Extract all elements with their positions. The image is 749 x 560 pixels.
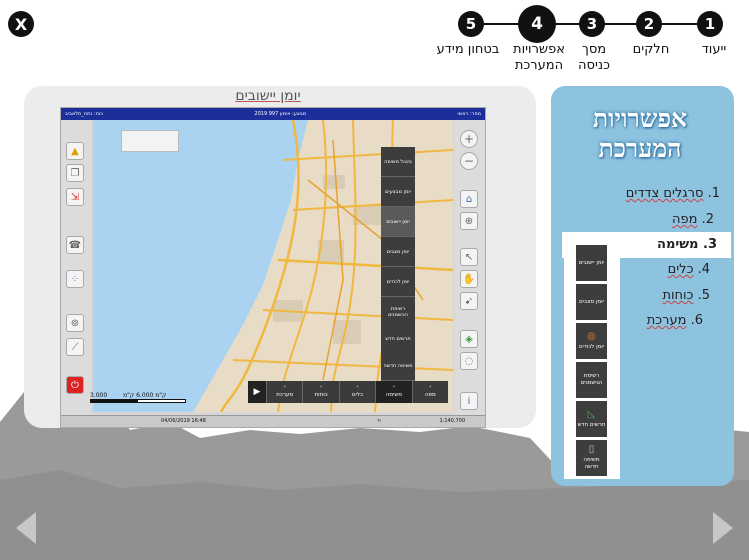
next-arrow-icon[interactable] bbox=[707, 510, 737, 546]
app-topbar: מפר: ראשי מבצע: אימון 997 2019 כוח: נתח_… bbox=[61, 108, 485, 120]
select-icon[interactable]: ➹ bbox=[460, 292, 478, 310]
menu-item-map[interactable]: 2. מפה bbox=[544, 212, 714, 228]
warning-icon[interactable]: ▲ bbox=[66, 142, 84, 160]
inset-new-diagram[interactable]: ◺ תרשים חדש bbox=[576, 401, 607, 437]
play-icon[interactable]: ▶ bbox=[248, 381, 266, 403]
zoom-out-icon[interactable]: − bbox=[460, 152, 478, 170]
inset-settlements-log[interactable]: יומן יישובים bbox=[576, 245, 607, 281]
inset-list[interactable]: רשימת הגישמנים bbox=[576, 362, 607, 398]
app-topbar-right: מפר: ראשי bbox=[457, 111, 481, 117]
pan-icon[interactable]: ✋ bbox=[460, 270, 478, 288]
step-3-label: מסך כניסה bbox=[578, 42, 610, 73]
export-icon[interactable]: ⇲ bbox=[66, 188, 84, 206]
bbar-task[interactable]: ˅ משימה bbox=[375, 381, 412, 403]
fmenu-ops-log[interactable]: יומן מבצעים bbox=[381, 177, 415, 207]
step-1-label: ייעוד bbox=[701, 42, 727, 57]
status-unit: יד bbox=[377, 418, 381, 424]
app-statusbar: 04/06/2019 16:48 יד 1:140,700 bbox=[61, 415, 485, 427]
binoculars-icon[interactable]: ⊚ bbox=[66, 314, 84, 332]
fmenu-settlements-log[interactable]: יומן יישובים bbox=[381, 207, 415, 237]
power-icon[interactable]: ⏻ bbox=[66, 376, 84, 394]
app-topbar-center: מבצע: אימון 997 2019 bbox=[254, 111, 307, 117]
inset-states-log[interactable]: יומן מצבים bbox=[576, 284, 607, 320]
bbar-system[interactable]: ˄ מערכת bbox=[266, 381, 302, 403]
fmenu-captured-log[interactable]: יומן לכודים bbox=[381, 267, 415, 297]
map-scalebar-labels: 3.000 ק"מ 6.000 ק"מ bbox=[90, 392, 166, 399]
lesson-screen: X 1 2 3 4 5 ייעוד חלקים מסך כניסה אפשרוי… bbox=[0, 0, 749, 560]
step-4-label: אפשרויות המערכת bbox=[513, 42, 565, 73]
inset-new-task[interactable]: ▯ משימה חדשה bbox=[576, 440, 607, 476]
fmenu-new-diagram[interactable]: תרשים חדש bbox=[381, 324, 415, 354]
doc-icon: ▯ bbox=[588, 444, 595, 455]
map-legend bbox=[121, 130, 179, 152]
zoom-area-icon[interactable]: ⊕ bbox=[460, 212, 478, 230]
prev-arrow-icon[interactable] bbox=[12, 510, 42, 546]
lifebuoy-icon: ◎ bbox=[587, 330, 596, 342]
close-button[interactable]: X bbox=[8, 11, 34, 37]
phone-icon[interactable]: ☎ bbox=[66, 236, 84, 254]
grid-icon[interactable]: ⁘ bbox=[66, 270, 84, 288]
screen-title: יומן יישובים bbox=[235, 88, 301, 104]
step-1[interactable]: 1 bbox=[697, 11, 723, 37]
status-date: 04/06/2019 16:48 bbox=[161, 418, 206, 424]
options-title: אפשרויות המערכת bbox=[592, 104, 688, 163]
step-2[interactable]: 2 bbox=[636, 11, 662, 37]
fmenu-new-task[interactable]: משימה חדשה bbox=[381, 351, 415, 381]
bbar-map[interactable]: ˄ מפה bbox=[411, 381, 448, 403]
fmenu-list[interactable]: רשימת הגישמנים bbox=[381, 297, 415, 327]
triangle-icon: ◺ bbox=[587, 408, 596, 420]
app-left-toolbar: ▲ ❐ ⇲ ☎ ⁘ ⊚ ⟋ ⏻ bbox=[61, 120, 91, 418]
step-5-label: בטחון מידע bbox=[436, 42, 500, 57]
app-topbar-left: כוח: נתח_תלאביב bbox=[65, 111, 103, 117]
map-scalebar bbox=[90, 399, 186, 403]
layers-icon[interactable]: ◈ bbox=[460, 330, 478, 348]
step-3[interactable]: 3 bbox=[579, 11, 605, 37]
menu-item-side-bars[interactable]: 1. סרגלים צדדים bbox=[550, 186, 720, 202]
home-icon[interactable]: ⌂ bbox=[460, 190, 478, 208]
globe-icon[interactable]: ◌ bbox=[460, 352, 478, 370]
step-5[interactable]: 5 bbox=[458, 11, 484, 37]
status-scale: 1:140,700 bbox=[439, 418, 465, 424]
app-right-toolbar: + − ⌂ ⊕ ↖ ✋ ➹ ◈ ◌ i bbox=[455, 120, 485, 418]
copy-icon[interactable]: ❐ bbox=[66, 164, 84, 182]
step-2-label: חלקים bbox=[632, 42, 670, 57]
inset-captured-log[interactable]: ◎ יומן לכודים bbox=[576, 323, 607, 359]
measure-icon[interactable]: ⟋ bbox=[66, 338, 84, 356]
scale-right: 6.000 ק"מ bbox=[123, 392, 154, 399]
app-bottom-bar: ▶ ˄ מערכת ˄ כוחות ˄ כלים ˅ משימה ˄ מפה bbox=[248, 381, 448, 403]
app-screenshot: מפר: ראשי מבצע: אימון 997 2019 כוח: נתח_… bbox=[60, 107, 486, 428]
pointer-icon[interactable]: ↖ bbox=[460, 248, 478, 266]
step-4[interactable]: 4 bbox=[518, 5, 556, 43]
fmenu-states-log[interactable]: יומן מצבים bbox=[381, 237, 415, 267]
bbar-forces[interactable]: ˄ כוחות bbox=[302, 381, 338, 403]
info-icon[interactable]: i bbox=[460, 392, 478, 410]
zoom-in-icon[interactable]: + bbox=[460, 130, 478, 148]
bbar-tools[interactable]: ˄ כלים bbox=[338, 381, 375, 403]
fmenu-cancel-task[interactable]: ביטול משימה bbox=[381, 147, 415, 177]
